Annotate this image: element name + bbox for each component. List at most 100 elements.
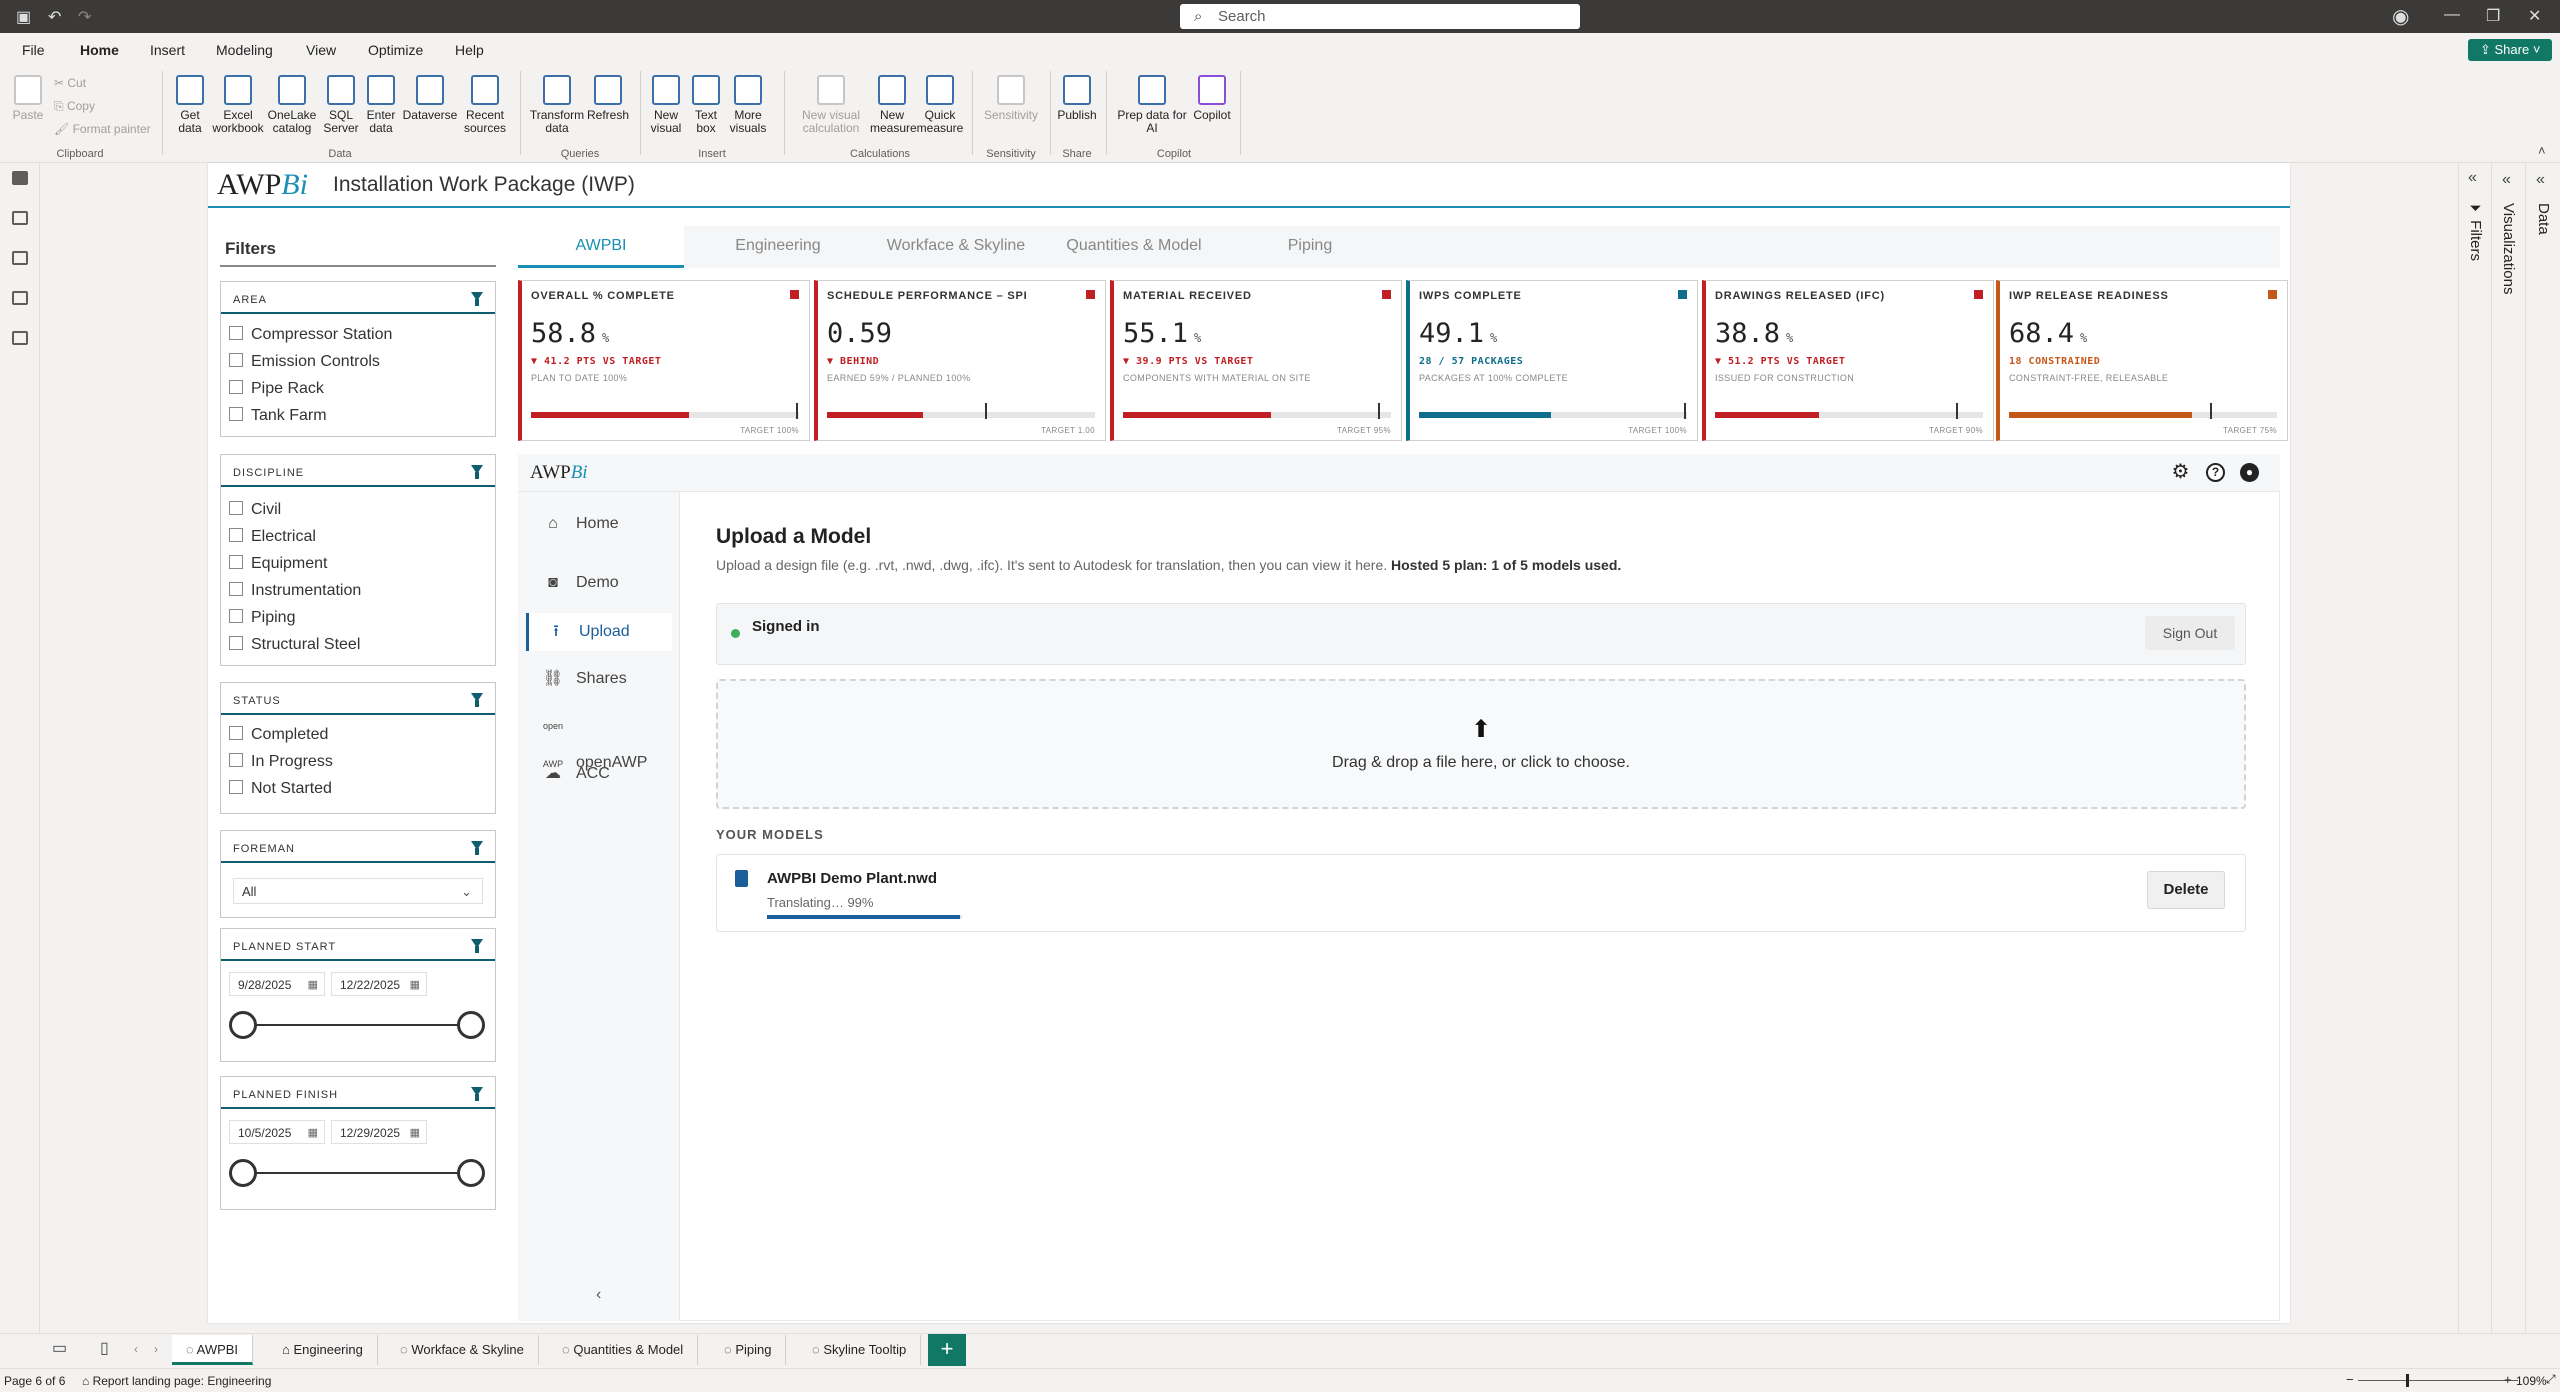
checkbox[interactable]: [229, 726, 243, 740]
tab-awpbi[interactable]: AWPBI: [518, 226, 684, 268]
kpi-card[interactable]: IWPS COMPLETE 49.1% 28 / 57 PACKAGES PAC…: [1406, 280, 1698, 441]
checkbox[interactable]: [229, 555, 243, 569]
slider-handle-end[interactable]: [457, 1159, 485, 1187]
finish-date-from-input[interactable]: 10/5/2025 ▦: [229, 1120, 325, 1144]
filter-icon[interactable]: [471, 292, 483, 306]
checkbox-item[interactable]: Piping: [229, 609, 295, 627]
expand-pane-icon[interactable]: «: [2536, 171, 2545, 189]
checkbox[interactable]: [229, 753, 243, 767]
expand-pane-icon[interactable]: «: [2502, 171, 2511, 189]
page-tab-skyline-tooltip[interactable]: ◌ Skyline Tooltip: [798, 1335, 922, 1365]
menu-optimize[interactable]: Optimize: [368, 42, 423, 58]
excel-workbook-button[interactable]: Excel workbook: [212, 75, 264, 135]
filter-icon[interactable]: [471, 939, 483, 953]
checkbox-item[interactable]: Emission Controls: [229, 353, 380, 371]
nav-upload[interactable]: ⭱ Upload: [526, 613, 672, 651]
nav-openawp[interactable]: open AWP openAWP: [526, 707, 672, 771]
checkbox[interactable]: [229, 609, 243, 623]
onelake-catalog-button[interactable]: OneLake catalog: [266, 75, 318, 135]
tab-quantities-model[interactable]: Quantities & Model: [1050, 226, 1218, 268]
filter-icon[interactable]: [471, 465, 483, 479]
dax-query-icon[interactable]: [12, 291, 28, 305]
tab-engineering[interactable]: Engineering: [700, 226, 856, 268]
user-account-icon[interactable]: ●: [2240, 463, 2259, 482]
sql-server-button[interactable]: SQL Server: [322, 75, 360, 135]
kpi-card[interactable]: OVERALL % COMPLETE 58.8% ▼ 41.2 PTS VS T…: [518, 280, 810, 441]
checkbox[interactable]: [229, 380, 243, 394]
collapse-sidenav-icon[interactable]: ‹: [596, 1286, 601, 1304]
zoom-slider[interactable]: [2358, 1380, 2518, 1381]
page-scroll-left-icon[interactable]: ‹: [134, 1342, 138, 1356]
prep-data-for-ai-button[interactable]: Prep data for AI: [1112, 75, 1192, 135]
fit-to-page-icon[interactable]: ⤢: [2546, 1372, 2556, 1387]
page-tab-engineering[interactable]: ⌂ Engineering: [268, 1335, 378, 1365]
page-tab-awpbi[interactable]: ◌ AWPBI: [172, 1335, 254, 1365]
dataverse-button[interactable]: Dataverse: [402, 75, 458, 122]
collapse-ribbon-icon[interactable]: ˄: [2538, 143, 2546, 158]
checkbox[interactable]: [229, 636, 243, 650]
model-name[interactable]: AWPBI Demo Plant.nwd: [767, 870, 937, 887]
filter-icon[interactable]: [471, 841, 483, 855]
checkbox[interactable]: [229, 501, 243, 515]
checkbox-item[interactable]: Pipe Rack: [229, 380, 324, 398]
share-button[interactable]: ⇪ Share ˅: [2468, 39, 2552, 61]
transform-data-button[interactable]: Transform data: [528, 75, 586, 135]
slider-handle-start[interactable]: [229, 1159, 257, 1187]
zoom-out-icon[interactable]: −: [2346, 1372, 2354, 1387]
cut-button[interactable]: ✂ Cut: [54, 76, 86, 90]
recent-sources-button[interactable]: Recent sources: [460, 75, 510, 135]
menu-file[interactable]: File: [22, 42, 45, 58]
nav-demo[interactable]: ◙ Demo: [526, 564, 672, 602]
page-tab-workface-skyline[interactable]: ◌ Workface & Skyline: [386, 1335, 539, 1365]
zoom-slider-handle[interactable]: [2406, 1374, 2409, 1387]
checkbox[interactable]: [229, 353, 243, 367]
tab-piping[interactable]: Piping: [1240, 226, 1380, 268]
publish-button[interactable]: Publish: [1054, 75, 1100, 122]
desktop-layout-icon[interactable]: ▭: [52, 1338, 67, 1358]
filter-icon[interactable]: [471, 1087, 483, 1101]
account-icon[interactable]: ◉: [2392, 4, 2409, 29]
menu-home[interactable]: Home: [80, 42, 119, 66]
sign-out-button[interactable]: Sign Out: [2145, 616, 2235, 650]
checkbox-item[interactable]: In Progress: [229, 753, 333, 771]
kpi-card[interactable]: DRAWINGS RELEASED (IFC) 38.8% ▼ 51.2 PTS…: [1702, 280, 1994, 441]
kpi-card[interactable]: SCHEDULE PERFORMANCE – SPI 0.59 ▼ BEHIND…: [814, 280, 1106, 441]
save-icon[interactable]: ▣: [16, 7, 31, 27]
date-range-slider[interactable]: [243, 1024, 479, 1026]
kpi-card[interactable]: MATERIAL RECEIVED 55.1% ▼ 39.9 PTS VS TA…: [1110, 280, 1402, 441]
enter-data-button[interactable]: Enter data: [362, 75, 400, 135]
checkbox[interactable]: [229, 780, 243, 794]
menu-help[interactable]: Help: [455, 42, 484, 58]
add-page-button[interactable]: +: [928, 1334, 966, 1366]
restore-button[interactable]: ❐: [2486, 6, 2500, 26]
nav-home[interactable]: ⌂ Home: [526, 505, 672, 543]
checkbox-item[interactable]: Electrical: [229, 528, 316, 546]
expand-pane-icon[interactable]: «: [2468, 169, 2477, 187]
data-pane-label[interactable]: Data: [2535, 203, 2552, 235]
paste-button[interactable]: Paste: [10, 75, 46, 122]
page-scroll-right-icon[interactable]: ›: [154, 1342, 158, 1356]
checkbox-item[interactable]: Instrumentation: [229, 582, 361, 600]
settings-gear-icon[interactable]: ⚙: [2171, 462, 2190, 482]
filters-pane-collapsed[interactable]: « ⏷ Filters: [2458, 163, 2491, 1365]
checkbox-item[interactable]: Completed: [229, 726, 328, 744]
checkbox[interactable]: [229, 326, 243, 340]
redo-icon[interactable]: ↷: [78, 7, 91, 27]
checkbox-item[interactable]: Compressor Station: [229, 326, 392, 344]
quick-measure-button[interactable]: Quick measure: [916, 75, 964, 135]
tmdl-view-icon[interactable]: [12, 331, 28, 345]
start-date-from-input[interactable]: 9/28/2025 ▦: [229, 972, 325, 996]
sensitivity-button[interactable]: Sensitivity: [978, 75, 1044, 122]
format-painter-button[interactable]: 🖌 Format painter: [54, 122, 151, 136]
report-view-icon[interactable]: [12, 171, 28, 185]
new-visual-calculation-button[interactable]: New visual calculation: [792, 75, 870, 135]
finish-date-to-input[interactable]: 12/29/2025 ▦: [331, 1120, 427, 1144]
visualizations-pane-label[interactable]: Visualizations: [2500, 203, 2517, 294]
date-range-slider[interactable]: [243, 1172, 479, 1174]
data-pane-collapsed[interactable]: « Data: [2525, 163, 2560, 1365]
slider-handle-end[interactable]: [457, 1011, 485, 1039]
checkbox-item[interactable]: Not Started: [229, 780, 332, 798]
menu-view[interactable]: View: [306, 42, 336, 58]
new-measure-button[interactable]: New measure: [870, 75, 917, 135]
page-tab-piping[interactable]: ◌ Piping: [710, 1335, 787, 1365]
